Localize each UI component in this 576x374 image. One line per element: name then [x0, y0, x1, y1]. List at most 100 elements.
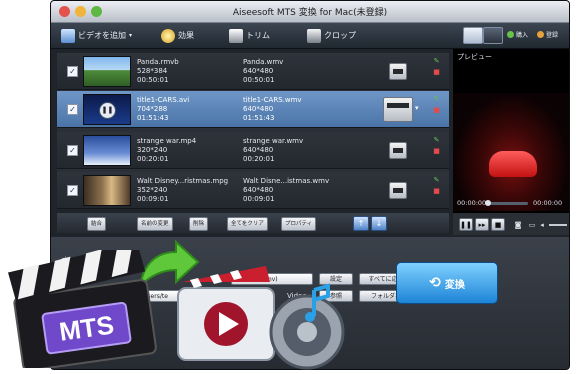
title-bar: Aiseesoft MTS 変換 for Mac(未登録) — [51, 1, 569, 23]
delete-icon[interactable]: ■ — [432, 106, 441, 115]
crop-button[interactable]: クロップ — [307, 27, 356, 44]
output-name: Panda.wmv — [243, 58, 284, 66]
file-row[interactable]: ✓ Walt Disney...ristmas.mpg 352*240 00:0… — [57, 172, 449, 209]
delete-icon[interactable]: ■ — [432, 147, 441, 156]
add-video-label: ビデオを追加 — [78, 31, 126, 40]
edit-icon[interactable]: ✎ — [432, 176, 441, 185]
scissors-icon — [229, 28, 243, 43]
source-duration: 00:50:01 — [137, 76, 169, 84]
video-thumbnail — [83, 56, 131, 87]
source-resolution: 704*288 — [137, 105, 168, 113]
pause-button[interactable]: ❚❚ — [459, 218, 473, 231]
output-resolution: 640*480 — [243, 105, 274, 113]
speaker-graphic — [269, 283, 345, 370]
effect-button[interactable]: 効果 — [161, 27, 194, 44]
fast-forward-button[interactable]: ▸▸ — [475, 218, 489, 231]
main-toolbar: ビデオを追加 ▾ 効果 トリム クロップ 購入 登録 — [51, 23, 569, 49]
file-checkbox[interactable]: ✓ — [67, 104, 78, 115]
effect-label: 効果 — [178, 31, 194, 40]
file-checkbox[interactable]: ✓ — [67, 66, 78, 77]
add-video-icon — [61, 28, 75, 43]
merge-button[interactable]: 結合 — [87, 217, 107, 231]
stop-button[interactable]: ■ — [491, 218, 505, 231]
delete-button[interactable]: 削除 — [189, 217, 209, 231]
playback-controls: ❚❚ ▸▸ ■ ◙ ▭ ◂ — [453, 213, 569, 235]
source-resolution: 528*384 — [137, 67, 168, 75]
cart-icon — [507, 31, 514, 38]
preview-video — [453, 93, 569, 211]
seek-bar[interactable] — [485, 200, 528, 206]
rename-button[interactable]: 名前の変更 — [137, 217, 173, 231]
output-resolution: 640*480 — [243, 67, 274, 75]
current-time: 00:00:00 — [457, 199, 487, 207]
file-row[interactable]: ✓ strange war.mp4 320*240 00:20:01 stran… — [57, 132, 449, 169]
list-view-button[interactable] — [463, 27, 483, 44]
properties-button[interactable]: プロパティ — [281, 217, 317, 231]
magic-wand-icon — [161, 28, 175, 43]
crop-icon — [307, 28, 321, 43]
file-row[interactable]: ✓ Panda.rmvb 528*384 00:50:01 Panda.wmv … — [57, 53, 449, 90]
refresh-icon: ⟲ — [429, 275, 441, 291]
file-row-selected[interactable]: ✓ ❚❚ title1-CARS.avi 704*288 01:51:43 ti… — [57, 91, 449, 128]
move-up-button[interactable]: ↑ — [353, 216, 369, 231]
move-down-button[interactable]: ↓ — [371, 216, 387, 231]
file-list: ✓ Panda.rmvb 528*384 00:50:01 Panda.wmv … — [57, 53, 449, 209]
trim-label: トリム — [246, 31, 270, 40]
pause-icon[interactable]: ❚❚ — [99, 102, 116, 119]
total-time: 00:00:00 — [533, 199, 563, 207]
edit-icon[interactable]: ✎ — [432, 136, 441, 145]
volume-icon: ◂ — [537, 218, 547, 231]
register-button[interactable]: 登録 — [537, 30, 558, 39]
output-name: title1-CARS.wmv — [243, 96, 302, 104]
purchase-button[interactable]: 購入 — [507, 30, 528, 39]
output-duration: 00:09:01 — [243, 195, 275, 203]
video-thumbnail — [83, 175, 131, 206]
volume-slider[interactable] — [549, 224, 567, 226]
window-title: Aiseesoft MTS 変換 for Mac(未登録) — [232, 8, 388, 18]
clear-all-button[interactable]: 全てをクリア — [227, 217, 268, 231]
source-duration: 01:51:43 — [137, 114, 169, 122]
output-duration: 00:20:01 — [243, 155, 275, 163]
output-format-selector[interactable] — [383, 97, 413, 122]
detail-view-button[interactable] — [483, 27, 503, 44]
delete-icon[interactable]: ■ — [432, 68, 441, 77]
car-image — [489, 151, 537, 177]
mts-clapperboard-graphic: MTS — [8, 250, 157, 368]
output-duration: 01:51:43 — [243, 114, 275, 122]
register-label: 登録 — [546, 32, 559, 39]
purchase-label: 購入 — [516, 32, 529, 39]
trim-button[interactable]: トリム — [229, 27, 270, 44]
seek-handle[interactable] — [485, 200, 491, 206]
chevron-down-icon[interactable]: ▾ — [415, 104, 419, 112]
source-resolution: 352*240 — [137, 186, 168, 194]
output-format-icon[interactable] — [389, 182, 407, 199]
preview-panel: プレビュー 00:00:00 00:00:00 — [453, 49, 569, 235]
source-name: Panda.rmvb — [137, 58, 179, 66]
crop-label: クロップ — [324, 31, 356, 40]
convert-button[interactable]: ⟲ 変換 — [396, 262, 498, 304]
file-checkbox[interactable]: ✓ — [67, 145, 78, 156]
add-video-button[interactable]: ビデオを追加 ▾ — [61, 27, 132, 44]
delete-icon[interactable]: ■ — [432, 187, 441, 196]
output-duration: 00:50:01 — [243, 76, 275, 84]
file-actions-bar: 結合 名前の変更 削除 全てをクリア プロパティ ↑ ↓ — [57, 213, 449, 233]
source-duration: 00:20:01 — [137, 155, 169, 163]
source-name: strange war.mp4 — [137, 137, 197, 145]
output-resolution: 640*480 — [243, 146, 274, 154]
edit-icon[interactable]: ✎ — [432, 57, 441, 66]
key-icon — [537, 31, 544, 38]
source-name: title1-CARS.avi — [137, 96, 190, 104]
edit-icon[interactable]: ✎ — [432, 95, 441, 104]
output-format-icon[interactable] — [389, 142, 407, 159]
output-resolution: 640*480 — [243, 186, 274, 194]
video-thumbnail: ❚❚ — [83, 94, 131, 125]
source-resolution: 320*240 — [137, 146, 168, 154]
output-format-icon[interactable] — [389, 63, 407, 80]
output-name: Walt Disne...istmas.wmv — [243, 177, 330, 185]
preview-label: プレビュー — [457, 53, 492, 61]
camera-icon[interactable]: ◙ — [511, 218, 525, 231]
video-thumbnail — [83, 135, 131, 166]
source-name: Walt Disney...ristmas.mpg — [137, 177, 229, 185]
output-name: strange war.wmv — [243, 137, 304, 145]
file-checkbox[interactable]: ✓ — [67, 185, 78, 196]
